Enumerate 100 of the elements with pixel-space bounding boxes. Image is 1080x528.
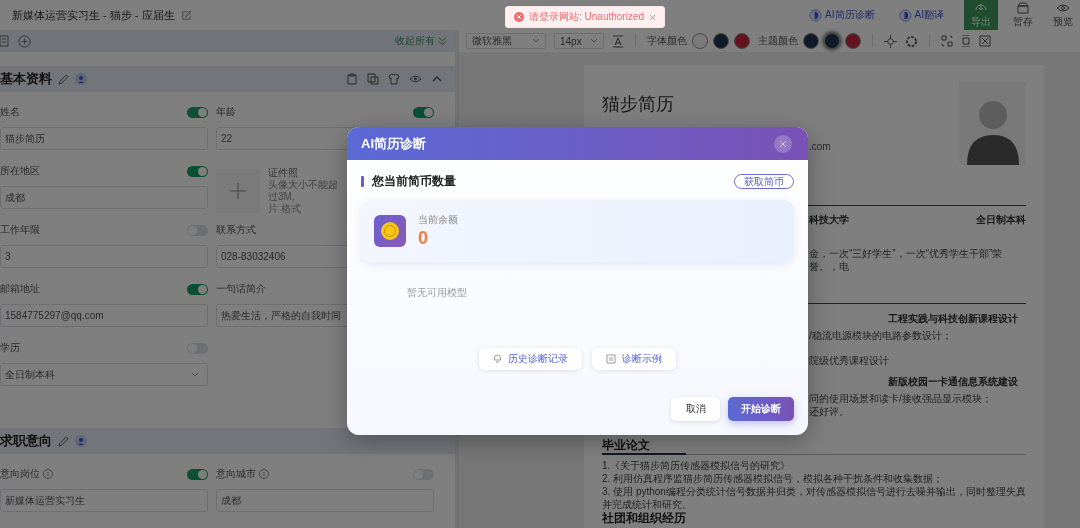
error-icon: [514, 12, 524, 22]
field-label: 证件照: [268, 166, 299, 179]
page-icon[interactable]: [961, 35, 971, 47]
field-label: 姓名: [0, 105, 20, 119]
field-label: 邮箱地址: [0, 282, 40, 296]
resume-name: 猫步简历: [602, 93, 674, 116]
size-select[interactable]: 14px: [554, 33, 604, 49]
section-header[interactable]: 基本资料: [0, 66, 455, 92]
field-label: 学历: [0, 341, 20, 355]
empty-message: 暂无可用模型: [407, 286, 467, 300]
field-label: 意向城市: [216, 467, 256, 481]
degree-text: 全日制本科: [976, 213, 1026, 227]
project-text: 问的使用场景和读卡/接收强品显示模块；: [809, 392, 992, 405]
input-field[interactable]: 猫步简历: [0, 127, 208, 150]
ai-button[interactable]: AI翻译: [894, 6, 948, 24]
project-title: 工程实践与科技创新课程设计: [888, 312, 1018, 326]
photo-upload[interactable]: [216, 168, 260, 213]
font-color-label: 字体颜色: [647, 34, 687, 48]
dialog-title: AI简历诊断: [361, 134, 426, 153]
school-name: 科技大学: [809, 213, 849, 227]
eye-icon: [1056, 1, 1070, 14]
link-button[interactable]: 诊断示例: [592, 348, 676, 370]
close-icon[interactable]: [649, 13, 657, 21]
section-title: 求职意向: [0, 432, 52, 450]
field-label: 联系方式: [216, 223, 256, 237]
input-field[interactable]: 成都: [0, 186, 208, 209]
toolbar-button[interactable]: 暂存: [1006, 0, 1040, 30]
caret-icon: [590, 37, 598, 45]
frame-icon[interactable]: [979, 35, 991, 47]
plus-icon: [230, 182, 246, 199]
pencil-icon[interactable]: [58, 435, 69, 447]
link-button[interactable]: 历史诊断记录: [479, 348, 582, 370]
move-icon[interactable]: [884, 34, 897, 48]
half-circle-icon: [809, 8, 823, 22]
caret-icon: [532, 37, 540, 45]
document-icon: [606, 354, 616, 364]
accent-bar: [361, 176, 364, 187]
toggle-switch[interactable]: [187, 165, 208, 177]
input-field[interactable]: 1584775297@qq.com: [0, 304, 208, 327]
clipboard-icon[interactable]: [346, 73, 358, 85]
theme-color-label: 主题颜色: [758, 34, 798, 48]
toggle-switch[interactable]: [187, 106, 208, 118]
list-item: 3. 使用 python编程分类统计信号数据并归类，对传感器模拟信号进行去噪并输出，同时整理失真并完成统计和研究。: [602, 485, 1026, 511]
copy-icon[interactable]: [367, 73, 379, 85]
color-swatch[interactable]: [713, 33, 729, 49]
add-icon[interactable]: [18, 34, 31, 48]
shirt-icon[interactable]: [388, 73, 400, 85]
info-icon: [259, 469, 269, 479]
pencil-icon[interactable]: [58, 73, 69, 85]
person-badge-icon[interactable]: [75, 435, 87, 447]
person-badge-icon[interactable]: [75, 73, 87, 85]
select-field[interactable]: 全日制本科: [0, 363, 208, 386]
coin-icon: [374, 215, 406, 247]
project-title: 新版校园一卡通信息系统建设: [888, 375, 1018, 389]
field-label: 年龄: [216, 105, 236, 119]
input-field[interactable]: 新媒体运营实习生: [0, 489, 208, 512]
caret-icon: [191, 370, 199, 379]
toolbar-button[interactable]: 预览: [1046, 0, 1080, 30]
eye-icon[interactable]: [409, 73, 422, 85]
bulb-icon: [493, 354, 502, 364]
color-swatch[interactable]: [692, 33, 708, 49]
input-field[interactable]: 3: [0, 245, 208, 268]
color-swatch[interactable]: [803, 33, 819, 49]
field-label: 工作年限: [0, 223, 40, 237]
list-icon[interactable]: [0, 35, 10, 47]
balance-label: 当前余额: [418, 213, 458, 227]
project-text: 院级优秀课程设计: [809, 354, 889, 367]
list-item: 2. 利用仿真程序监猫步简历传感器模拟信号，模拟各种干扰条件和收集数据；: [602, 472, 945, 485]
color-swatch[interactable]: [734, 33, 750, 49]
project-text: 还好评。: [809, 405, 849, 418]
get-coins-button[interactable]: 获取简币: [734, 174, 794, 189]
document-title: 新媒体运营实习生 - 猫步 - 应届生: [12, 7, 175, 23]
section-title: 基本资料: [0, 70, 52, 88]
section-heading: 毕业论文: [602, 438, 651, 452]
start-button[interactable]: 开始诊断: [728, 397, 794, 421]
field-label: 所在地区: [0, 164, 40, 178]
toggle-switch[interactable]: [187, 468, 208, 480]
box-icon: [1016, 1, 1030, 14]
toolbar-button[interactable]: 导出: [964, 0, 998, 30]
ai-button[interactable]: AI简历诊断: [805, 6, 879, 24]
close-icon[interactable]: [774, 134, 792, 153]
balance-heading: 您当前简币数量: [372, 173, 456, 190]
cancel-button[interactable]: 取消: [671, 397, 720, 421]
text-format-icon[interactable]: [612, 34, 624, 48]
double-chevron-icon: [438, 36, 447, 46]
collapse-all-button[interactable]: 收起所有: [395, 34, 447, 48]
field-label: 意向岗位: [0, 467, 40, 481]
project-text: /稳流电源模块的电路参数设计；: [809, 329, 952, 342]
color-swatch[interactable]: [824, 33, 840, 49]
edit-icon[interactable]: [180, 9, 192, 21]
toggle-switch[interactable]: [413, 106, 434, 118]
toggle-switch[interactable]: [187, 283, 208, 295]
input-field[interactable]: 成都: [216, 489, 434, 512]
color-swatch[interactable]: [845, 33, 861, 49]
contact-text: .com: [809, 141, 831, 152]
section-heading: 社团和组织经历: [602, 511, 687, 525]
toast-message: 请登录网站: Unauthorized: [529, 10, 645, 24]
font-select[interactable]: 微软雅黑: [466, 33, 546, 49]
half-circle-icon: [898, 8, 912, 22]
section-header[interactable]: 求职意向: [0, 428, 455, 454]
